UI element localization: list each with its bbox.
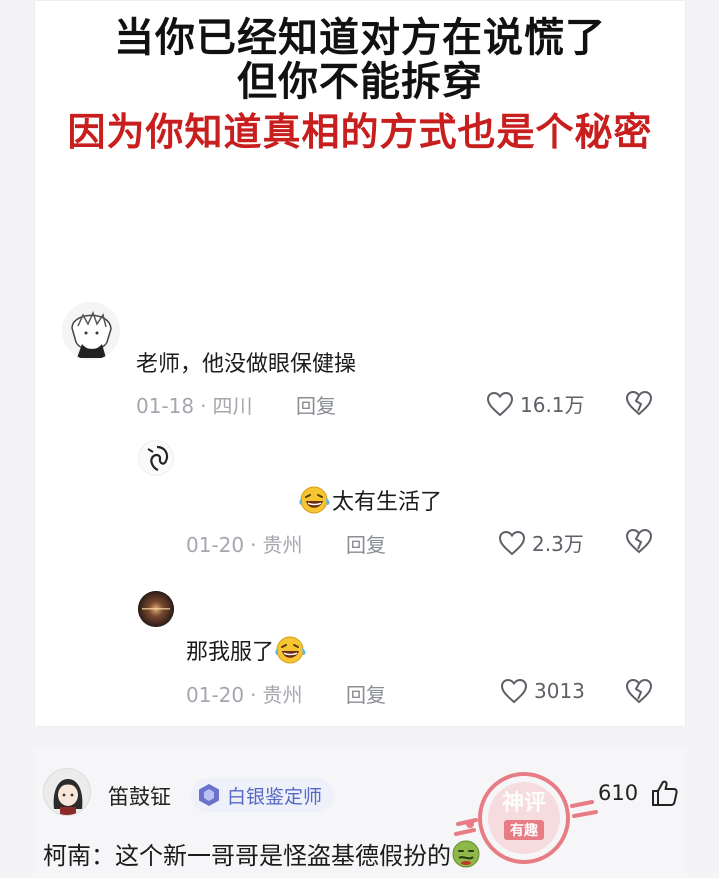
comment-date: 01-20	[186, 683, 245, 707]
reply-button[interactable]: 回复	[346, 679, 386, 708]
comment-meta: 01-20 · 贵州	[186, 529, 302, 558]
dark-avatar-icon[interactable]	[138, 591, 174, 627]
like-button[interactable]: 2.3万	[498, 528, 584, 557]
anime-girl-avatar-icon	[44, 769, 90, 815]
like-count: 2.3万	[532, 532, 584, 556]
reply-button[interactable]: 回复	[296, 390, 336, 419]
dislike-icon[interactable]	[625, 677, 653, 705]
comment-body: 柯南：这个新一哥哥是怪盗基德假扮的	[43, 836, 481, 875]
comment-location: 贵州	[262, 683, 303, 707]
meme-headline-line2: 但你不能拆穿	[237, 59, 483, 105]
thumbs-up-icon[interactable]	[650, 778, 680, 808]
watermark-stamp: 神评 有趣	[452, 764, 602, 874]
like-count: 16.1万	[520, 393, 585, 417]
like-button[interactable]: 3013	[500, 678, 585, 704]
silver-hexagon-icon	[199, 784, 219, 806]
meta-separator: ·	[200, 394, 207, 418]
comment-meta: 01-20 · 贵州	[186, 679, 302, 708]
heart-icon	[486, 391, 514, 416]
comment-text-value: 太有生活了	[332, 490, 443, 515]
comment-text: 老师，他没做眼保健操	[136, 352, 357, 377]
like-count: 3013	[534, 679, 585, 703]
comment-meta: 01-18 · 四川	[136, 390, 252, 419]
sketch-avatar-icon[interactable]	[138, 440, 174, 476]
reply-button[interactable]: 回复	[346, 529, 386, 558]
heart-icon	[500, 678, 528, 704]
watermark-top-text: 神评	[502, 790, 546, 816]
comment-date: 01-18	[136, 394, 195, 418]
anime-avatar-icon[interactable]	[62, 302, 120, 360]
comment-text: 太有生活了	[298, 484, 442, 521]
like-count: 610	[598, 781, 639, 805]
comment-text-value: 那我服了	[186, 640, 275, 665]
laughing-crying-emoji-icon	[298, 485, 332, 521]
dislike-icon[interactable]	[625, 389, 653, 417]
rank-badge: 白银鉴定师	[191, 778, 335, 812]
comment-body-text: 柯南：这个新一哥哥是怪盗基德假扮的	[43, 842, 451, 870]
meta-separator: ·	[250, 683, 257, 707]
badge-text: 白银鉴定师	[227, 785, 323, 808]
comment-location: 四川	[212, 394, 253, 418]
heart-icon	[498, 530, 526, 555]
comment-location: 贵州	[262, 533, 303, 557]
user-avatar[interactable]	[43, 768, 91, 816]
comment-date: 01-20	[186, 533, 245, 557]
user-name[interactable]: 笛鼓钲	[108, 781, 171, 811]
meme-image: 当你已经知道对方在说慌了 但你不能拆穿 因为你知道真相的方式也是个秘密	[34, 0, 686, 727]
screen: 当你已经知道对方在说慌了 但你不能拆穿 因为你知道真相的方式也是个秘密 老师，他…	[0, 0, 719, 878]
meta-separator: ·	[250, 533, 257, 557]
comment-text: 那我服了	[186, 634, 308, 671]
like-button[interactable]: 16.1万	[486, 389, 585, 418]
laughing-crying-emoji-icon	[274, 635, 308, 671]
watermark-bottom-text: 有趣	[510, 822, 539, 839]
meme-headline-line3: 因为你知道真相的方式也是个秘密	[67, 110, 653, 154]
dislike-icon[interactable]	[625, 527, 653, 555]
